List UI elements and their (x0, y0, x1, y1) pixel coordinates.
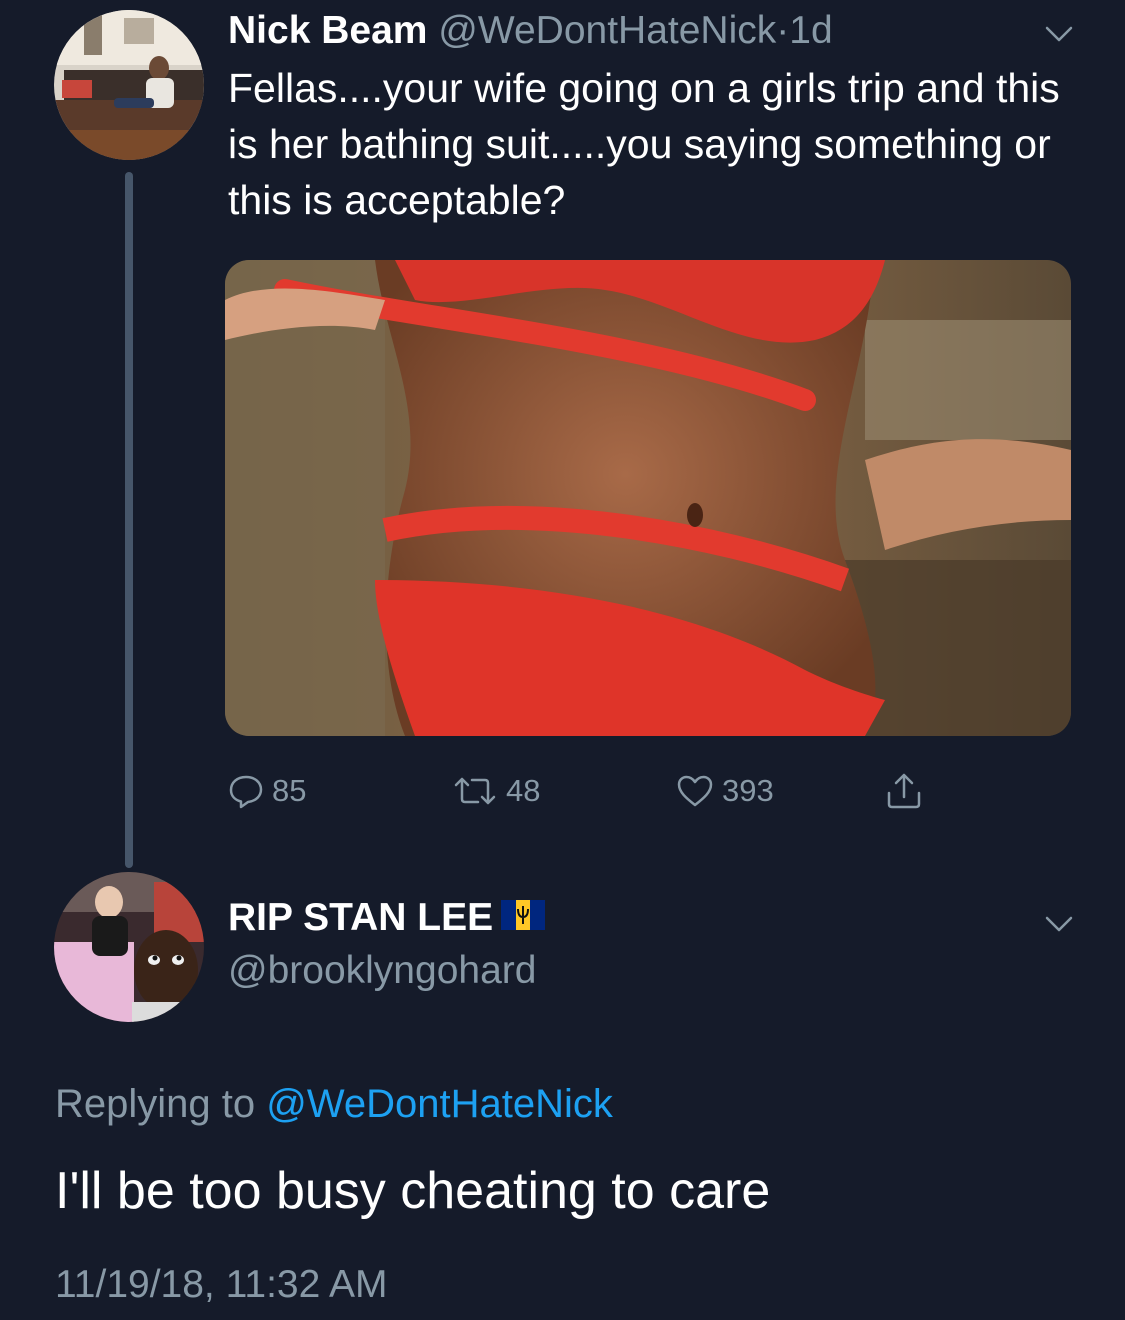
like-action[interactable]: 393 (676, 766, 774, 816)
heart-icon[interactable] (676, 773, 714, 809)
reply-icon[interactable] (228, 773, 264, 809)
tweet-actions: 85 48 393 (0, 766, 1125, 816)
reply-timestamp[interactable]: 11/19/18, 11:32 AM (55, 1260, 387, 1310)
barbados-flag-icon (501, 893, 546, 943)
share-action[interactable] (884, 766, 924, 816)
tweet-time[interactable]: 1d (789, 9, 832, 52)
retweet-action[interactable]: 48 (452, 766, 540, 816)
author-avatar[interactable] (54, 10, 204, 160)
chevron-down-icon[interactable] (1044, 24, 1074, 44)
replying-to-line: Replying to @WeDontHateNick (55, 1078, 613, 1130)
reply-author-name-row: RIP STAN LEE (228, 893, 546, 943)
replying-to-prefix: Replying to (55, 1082, 256, 1126)
reply-author-handle[interactable]: @brooklyngohard (228, 946, 536, 996)
thread-connector-line (125, 172, 133, 868)
tweet-thread: Nick Beam @WeDontHateNick·1d Fellas....y… (0, 0, 1125, 1320)
reply-text: I'll be too busy cheating to care (55, 1162, 771, 1220)
share-icon[interactable] (884, 771, 924, 811)
like-count: 393 (722, 773, 774, 808)
tweet-text: Fellas....your wife going on a girls tri… (228, 65, 1060, 223)
tweet-media-image[interactable] (225, 260, 1071, 736)
reply-count: 85 (272, 773, 307, 808)
reply-action[interactable]: 85 (228, 766, 306, 816)
author-name[interactable]: Nick Beam (228, 9, 427, 52)
tweet-header: Nick Beam @WeDontHateNick·1d (228, 6, 833, 56)
reply-author-name[interactable]: RIP STAN LEE (228, 893, 493, 943)
reply-author-avatar[interactable] (54, 872, 204, 1022)
author-handle[interactable]: @WeDontHateNick (438, 9, 776, 52)
retweet-count: 48 (506, 773, 541, 808)
header-separator: · (776, 9, 790, 52)
retweet-icon[interactable] (452, 773, 498, 809)
reply-chevron-down-icon[interactable] (1044, 914, 1074, 934)
replying-to-link[interactable]: @WeDontHateNick (266, 1082, 613, 1126)
